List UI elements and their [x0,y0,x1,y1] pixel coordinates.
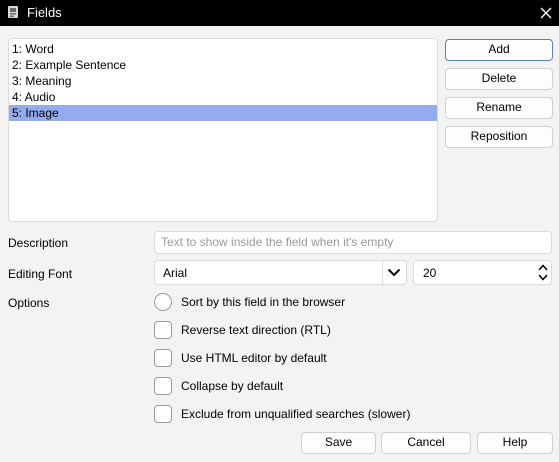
font-select[interactable]: Arial [154,260,407,285]
delete-button[interactable]: Delete [445,68,553,90]
window-title: Fields [27,5,62,20]
list-item[interactable]: 4: Audio [9,89,437,105]
list-item[interactable]: 3: Meaning [9,73,437,89]
cancel-button[interactable]: Cancel [381,432,471,454]
save-button[interactable]: Save [301,432,376,454]
checkbox[interactable] [154,377,172,395]
checkbox[interactable] [154,321,172,339]
editing-font-label: Editing Font [8,267,73,281]
chevron-up-icon[interactable] [538,264,548,271]
rename-button[interactable]: Rename [445,97,553,119]
collapse-label: Collapse by default [181,379,284,393]
list-item-selected[interactable]: 5: Image [9,105,437,121]
exclude-search-label: Exclude from unqualified searches (slowe… [181,407,411,421]
checkbox[interactable] [154,349,172,367]
reposition-button[interactable]: Reposition [445,126,553,148]
rtl-label: Reverse text direction (RTL) [181,323,331,337]
close-icon [540,7,552,19]
chevron-down-icon[interactable] [387,267,401,278]
close-button[interactable] [533,0,559,26]
font-select-divider [382,261,383,284]
html-editor-label: Use HTML editor by default [181,351,327,365]
font-size-stepper[interactable]: 20 [413,260,552,285]
sort-field-label: Sort by this field in the browser [181,295,346,309]
radio-button[interactable] [154,293,172,311]
font-size-value: 20 [423,266,437,280]
checkbox[interactable] [154,405,172,423]
help-button[interactable]: Help [477,432,553,454]
description-input[interactable]: Text to show inside the field when it's … [154,231,552,254]
fields-dialog: Fields 1: Word 2: Example Sentence 3: Me… [0,0,559,462]
add-button[interactable]: Add [445,39,553,61]
list-item[interactable]: 1: Word [9,41,437,57]
field-list[interactable]: 1: Word 2: Example Sentence 3: Meaning 4… [8,38,438,222]
chevron-down-icon[interactable] [538,274,548,281]
font-select-value: Arial [163,266,188,280]
title-bar: Fields [0,0,559,26]
description-label: Description [8,236,69,250]
anki-app-icon [8,6,18,18]
options-label: Options [8,296,50,310]
list-item[interactable]: 2: Example Sentence [9,57,437,73]
